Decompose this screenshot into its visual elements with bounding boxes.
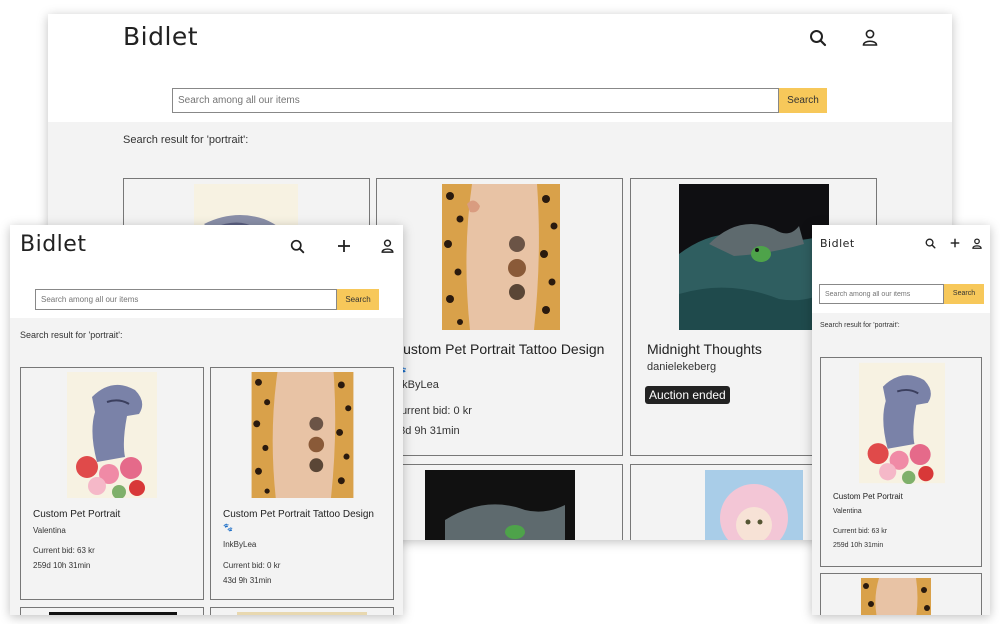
plus-icon[interactable] <box>337 239 351 253</box>
user-icon[interactable] <box>972 238 982 249</box>
search-button[interactable]: Search <box>779 88 827 113</box>
listing-seller: Valentina <box>833 508 862 515</box>
listing-bid: Current bid: 0 kr <box>223 561 281 570</box>
listing-time-left: 43d 9h 31min <box>393 425 460 437</box>
search-input[interactable] <box>819 284 944 304</box>
user-icon[interactable] <box>862 29 878 46</box>
pet-tattoo-leg-image <box>861 578 931 615</box>
search-icon[interactable] <box>290 239 305 254</box>
listing-seller: InkByLea <box>223 540 257 549</box>
listing-title[interactable]: Custom Pet Portrait <box>33 509 120 520</box>
listing-title[interactable]: Midnight Thoughts <box>647 341 762 357</box>
listing-time-left: 259d 10h 31min <box>33 561 91 570</box>
listing-time-left: 43d 9h 31min <box>223 576 272 585</box>
listing-seller: danielekeberg <box>647 361 717 373</box>
search-input[interactable] <box>35 289 337 310</box>
frog-under-blanket-image <box>425 470 575 540</box>
search-button[interactable]: Search <box>944 284 984 304</box>
search-icon[interactable] <box>925 238 936 249</box>
search-input[interactable] <box>172 88 779 113</box>
listing-title[interactable]: Custom Pet Portrait <box>833 492 903 501</box>
listing-bid: Current bid: 0 kr <box>393 405 472 417</box>
listing-card[interactable]: Custom Pet Portrait Tattoo Design 🐾 InkB… <box>376 178 623 456</box>
paw-icon: 🐾 <box>223 523 233 532</box>
status-badge: Auction ended <box>645 386 730 404</box>
search-button[interactable]: Search <box>337 289 379 310</box>
listing-card[interactable] <box>820 573 982 615</box>
listing-card[interactable] <box>20 607 204 615</box>
pet-tattoo-leg-image <box>442 184 560 330</box>
listing-title[interactable]: Custom Pet Portrait Tattoo Design <box>223 509 374 520</box>
watercolor-dog-flowers-image <box>67 372 157 498</box>
listing-title[interactable]: Custom Pet Portrait Tattoo Design <box>393 341 604 357</box>
plus-icon[interactable] <box>950 238 960 248</box>
listing-seller: Valentina <box>33 526 66 535</box>
tablet-view: Bidlet Search Search result for 'portrai… <box>10 225 403 615</box>
mobile-view: Bidlet Search Search result for 'portrai… <box>812 225 990 615</box>
pet-tattoo-leg-image <box>251 372 354 498</box>
listing-bid: Current bid: 63 kr <box>33 546 95 555</box>
doll-with-lace-bonnet-image <box>705 470 803 540</box>
brand-logo[interactable]: Bidlet <box>820 237 855 250</box>
listing-card[interactable] <box>376 464 623 540</box>
doll-with-lace-bonnet-image <box>237 612 367 615</box>
listing-card[interactable] <box>210 607 394 615</box>
brand-logo[interactable]: Bidlet <box>20 232 86 257</box>
listing-time-left: 259d 10h 31min <box>833 542 884 549</box>
frog-under-blanket-image <box>49 612 177 615</box>
listing-card[interactable]: Custom Pet Portrait Valentina Current bi… <box>820 357 982 567</box>
listing-bid: Current bid: 63 kr <box>833 528 888 535</box>
watercolor-dog-flowers-image <box>859 362 945 484</box>
results-label: Search result for 'portrait': <box>820 322 900 329</box>
listing-card[interactable]: Custom Pet Portrait Valentina Current bi… <box>20 367 204 600</box>
user-icon[interactable] <box>381 239 394 253</box>
search-icon[interactable] <box>809 29 827 47</box>
brand-logo[interactable]: Bidlet <box>123 22 198 51</box>
listing-card[interactable]: Custom Pet Portrait Tattoo Design 🐾 InkB… <box>210 367 394 600</box>
frog-under-blanket-image <box>679 184 829 330</box>
results-label: Search result for 'portrait': <box>123 134 249 146</box>
results-label: Search result for 'portrait': <box>20 330 123 340</box>
